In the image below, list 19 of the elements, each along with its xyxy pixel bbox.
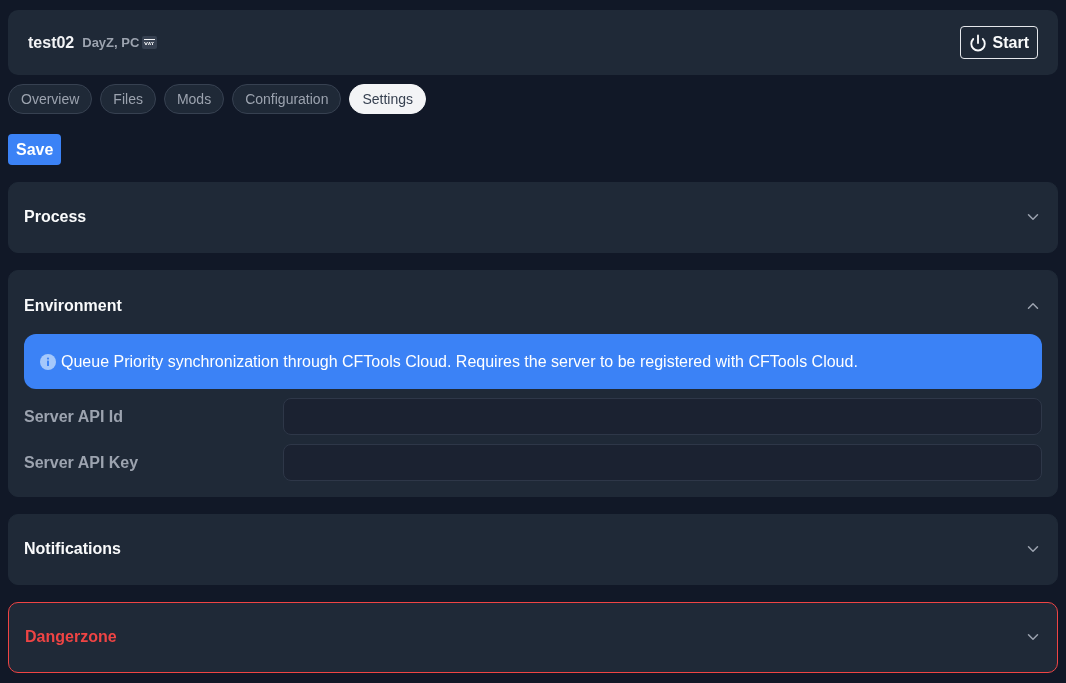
section-title: Dangerzone: [24, 627, 117, 647]
tab[interactable]: Settings: [349, 84, 427, 114]
section-title: Environment: [24, 296, 122, 316]
tab[interactable]: Overview: [8, 84, 93, 114]
section-title: Process: [24, 207, 87, 227]
tab[interactable]: Files: [100, 84, 156, 114]
game-logo-icon: [142, 36, 158, 49]
section-title: Notifications: [24, 539, 121, 559]
tab[interactable]: Configuration: [232, 84, 342, 114]
field-label: Server API Id: [24, 407, 124, 426]
save-button[interactable]: Save: [8, 134, 62, 165]
power-icon: [968, 33, 987, 52]
tab[interactable]: Mods: [163, 84, 225, 114]
alert-text: Queue Priority synchronization through CFTools Cloud. Requires the server to be registered with CFTools Cloud.: [61, 352, 858, 371]
field-label: Server API Key: [24, 453, 140, 472]
info-icon: [40, 353, 56, 370]
server-title: test02: [28, 33, 75, 52]
server-subtitle: DayZ, PC: [82, 35, 140, 50]
start-button[interactable]: Start: [959, 26, 1038, 59]
